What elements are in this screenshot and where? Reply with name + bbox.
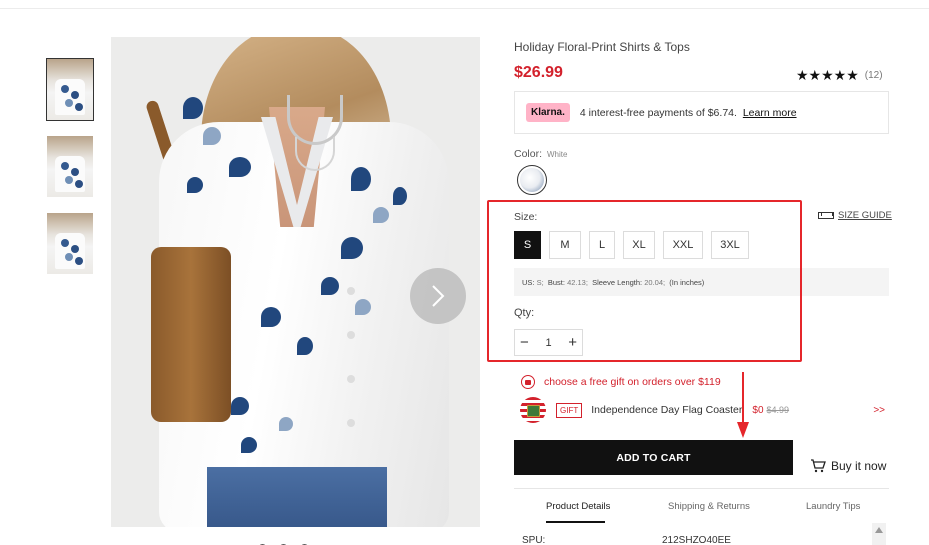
cart-icon [811,459,826,473]
thumbnail-3[interactable] [46,212,94,275]
image-flower [203,127,221,145]
product-price: $26.99 [514,64,563,81]
image-flower [187,177,203,193]
klarna-installment-text: 4 interest-free payments of $6.74. [579,106,737,119]
review-count[interactable]: (12) [865,70,883,81]
star-rating-icon: ★★★★★ [796,67,859,83]
image-bag [151,247,231,422]
active-tab-underline [546,521,605,523]
image-flower [393,187,407,205]
ruler-icon [818,212,834,219]
gift-item-row[interactable]: GIFT Independence Day Flag Coaster $0 $4… [520,397,889,423]
color-label-text: Color: [514,148,543,160]
image-shirt-buttons [347,287,355,295]
product-tabs: Product Details Shipping & Returns Laund… [514,488,889,523]
image-flower [229,157,251,177]
image-flower [297,337,313,355]
image-flower [351,167,371,191]
buy-it-now-label: Buy it now [831,459,887,473]
image-flower [279,417,293,431]
thumbnail-image [47,136,93,197]
klarna-text: 4 interest-free payments of $6.74. Learn… [580,107,797,119]
gift-item-name: Independence Day Flag Coaster [591,404,743,416]
klarna-learn-more-link[interactable]: Learn more [743,107,797,119]
buy-it-now-button[interactable]: Buy it now [810,459,886,473]
thumbnail-image [47,213,93,274]
gift-item-price: $0 [752,404,764,416]
gift-item-old-price: $4.99 [766,405,790,415]
image-flower [373,207,389,223]
color-label: Color: White [514,148,567,160]
header-divider [0,8,929,9]
gift-icon [521,375,535,389]
spu-value: 212SHZO40EE [662,535,731,545]
tab-laundry-tips[interactable]: Laundry Tips [806,501,860,512]
klarna-banner: Klarna. 4 interest-free payments of $6.7… [514,91,889,134]
carousel-dots [258,540,338,545]
chevron-right-icon [432,285,445,307]
image-flower [341,237,363,259]
annotation-highlight-box [487,200,802,362]
color-value: White [546,150,568,159]
flag-coaster-icon [520,397,546,423]
klarna-logo: Klarna. [526,103,570,122]
tab-product-details[interactable]: Product Details [546,501,610,512]
next-image-button[interactable] [410,268,466,324]
size-guide-link[interactable]: SIZE GUIDE [818,210,892,221]
image-flower [241,437,257,453]
annotation-arrow-icon [737,372,749,438]
spu-label: SPU: [522,535,546,545]
thumbnail-1[interactable] [46,58,94,121]
free-gift-promo[interactable]: choose a free gift on orders over $119 [521,375,721,389]
product-rating[interactable]: ★★★★★ (12) [796,67,883,84]
thumbnail-image [47,59,93,120]
gift-tag-badge: GIFT [556,402,583,418]
tab-shipping-returns[interactable]: Shipping & Returns [668,501,750,512]
product-title: Holiday Floral-Print Shirts & Tops [514,40,690,54]
add-to-cart-button[interactable]: ADD TO CART [514,440,793,475]
image-jeans [207,467,387,527]
main-product-image [111,37,480,527]
image-flower [231,397,249,415]
gift-more-link[interactable]: >> [873,405,885,416]
scroll-up-icon[interactable] [875,527,883,533]
details-scrollbar[interactable] [872,523,886,545]
color-swatch-white[interactable] [517,165,547,195]
thumbnail-list [46,58,94,289]
free-gift-promo-text: choose a free gift on orders over $119 [544,376,721,388]
image-flower [321,277,339,295]
color-swatch-image [520,168,544,192]
image-flower [183,97,203,119]
image-flower [355,299,371,315]
image-flower [261,307,281,327]
size-guide-label: SIZE GUIDE [838,210,892,221]
thumbnail-2[interactable] [46,135,94,198]
